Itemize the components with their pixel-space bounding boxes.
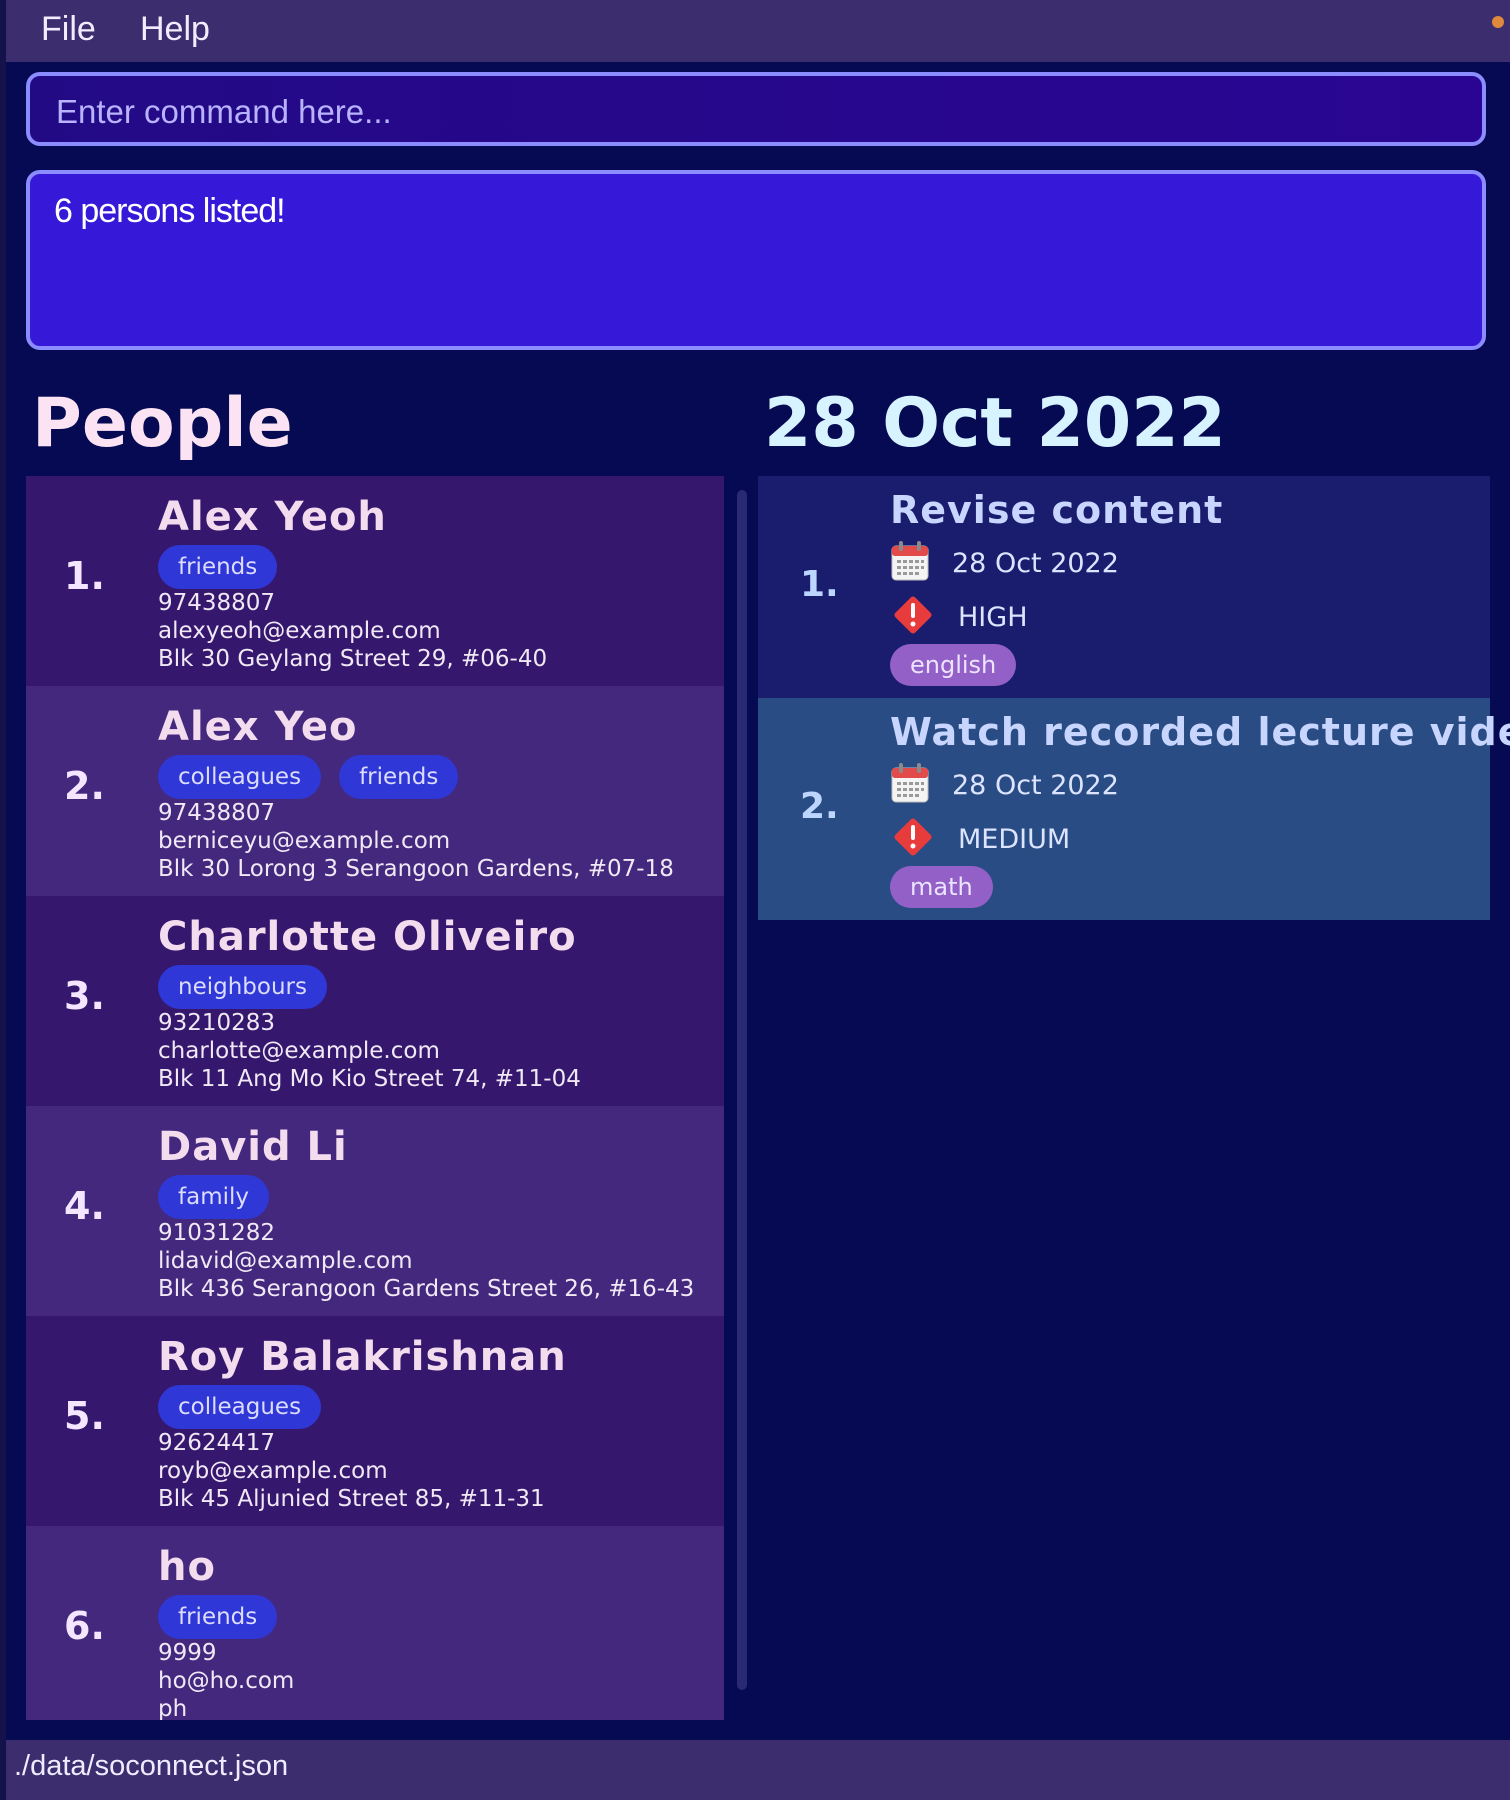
person-name: Roy Balakrishnan bbox=[158, 1334, 567, 1380]
tag-colleagues: colleagues bbox=[158, 755, 322, 799]
person-index: 4. bbox=[64, 1184, 105, 1228]
status-bar: ./data/soconnect.json bbox=[6, 1740, 1510, 1800]
person-phone: 93210283 bbox=[158, 1010, 276, 1036]
person-list-scrollbar[interactable] bbox=[737, 490, 747, 1690]
person-address: Blk 30 Geylang Street 29, #06-40 bbox=[158, 646, 548, 672]
data-file-path: ./data/soconnect.json bbox=[14, 1750, 289, 1782]
task-priority-row: HIGH bbox=[890, 592, 1028, 642]
person-card[interactable]: 6. ho friends 9999 ho@ho.com ph bbox=[26, 1526, 724, 1720]
person-name: Charlotte Oliveiro bbox=[158, 914, 577, 960]
person-phone: 9999 bbox=[158, 1640, 217, 1666]
menu-help[interactable]: Help bbox=[140, 10, 210, 49]
person-card[interactable]: 2. Alex Yeo colleagues friends 97438807 … bbox=[26, 686, 724, 896]
person-card[interactable]: 1. Alex Yeoh friends 97438807 alexyeoh@e… bbox=[26, 476, 724, 686]
person-phone: 97438807 bbox=[158, 590, 276, 616]
person-list[interactable]: 1. Alex Yeoh friends 97438807 alexyeoh@e… bbox=[26, 476, 724, 1720]
task-date-row: 28 Oct 2022 bbox=[890, 762, 1119, 808]
task-list[interactable]: 1. Revise content 28 Oct 2022 HIGH engli… bbox=[758, 476, 1510, 920]
person-index: 3. bbox=[64, 974, 105, 1018]
person-tags: colleagues friends bbox=[158, 755, 459, 799]
priority-warning-icon bbox=[890, 814, 936, 864]
window-edge bbox=[0, 0, 6, 1800]
person-index: 2. bbox=[64, 764, 105, 808]
task-date: 28 Oct 2022 bbox=[952, 769, 1119, 801]
person-tags: friends bbox=[158, 1595, 278, 1639]
person-tags: colleagues bbox=[158, 1385, 322, 1429]
task-date-row: 28 Oct 2022 bbox=[890, 540, 1119, 586]
person-tags: neighbours bbox=[158, 965, 327, 1009]
status-dot bbox=[1492, 16, 1504, 28]
command-input[interactable]: Enter command here... bbox=[26, 72, 1486, 146]
person-index: 5. bbox=[64, 1394, 105, 1438]
person-email: charlotte@example.com bbox=[158, 1038, 440, 1064]
task-card[interactable]: 1. Revise content 28 Oct 2022 HIGH engli… bbox=[758, 476, 1490, 698]
person-phone: 92624417 bbox=[158, 1430, 276, 1456]
tag-colleagues: colleagues bbox=[158, 1385, 322, 1429]
task-card[interactable]: 2. Watch recorded lecture videos 28 Oct … bbox=[758, 698, 1510, 920]
person-email: lidavid@example.com bbox=[158, 1248, 413, 1274]
person-phone: 97438807 bbox=[158, 800, 276, 826]
person-name: David Li bbox=[158, 1124, 348, 1170]
task-index: 2. bbox=[800, 786, 839, 827]
person-tags: family bbox=[158, 1175, 269, 1219]
tag-neighbours: neighbours bbox=[158, 965, 327, 1009]
person-address: Blk 30 Lorong 3 Serangoon Gardens, #07-1… bbox=[158, 856, 674, 882]
person-email: royb@example.com bbox=[158, 1458, 388, 1484]
task-date-heading: 28 Oct 2022 bbox=[764, 384, 1226, 463]
task-title: Revise content bbox=[890, 488, 1224, 532]
person-email: berniceyu@example.com bbox=[158, 828, 451, 854]
person-address: Blk 11 Ang Mo Kio Street 74, #11-04 bbox=[158, 1066, 581, 1092]
menu-file[interactable]: File bbox=[41, 10, 96, 49]
result-display: 6 persons listed! bbox=[26, 170, 1486, 350]
person-name: ho bbox=[158, 1544, 216, 1590]
person-address: Blk 45 Aljunied Street 85, #11-31 bbox=[158, 1486, 545, 1512]
person-address: ph bbox=[158, 1696, 188, 1720]
person-phone: 91031282 bbox=[158, 1220, 276, 1246]
person-index: 1. bbox=[64, 554, 105, 598]
person-card[interactable]: 3. Charlotte Oliveiro neighbours 9321028… bbox=[26, 896, 724, 1106]
person-email: alexyeoh@example.com bbox=[158, 618, 441, 644]
person-email: ho@ho.com bbox=[158, 1668, 295, 1694]
priority-warning-icon bbox=[890, 592, 936, 642]
person-address: Blk 436 Serangoon Gardens Street 26, #16… bbox=[158, 1276, 695, 1302]
task-priority: MEDIUM bbox=[958, 823, 1071, 855]
task-priority-row: MEDIUM bbox=[890, 814, 1070, 864]
person-name: Alex Yeoh bbox=[158, 494, 387, 540]
person-card[interactable]: 5. Roy Balakrishnan colleagues 92624417 … bbox=[26, 1316, 724, 1526]
tag-friends: friends bbox=[339, 755, 459, 799]
task-date: 28 Oct 2022 bbox=[952, 547, 1119, 579]
task-priority: HIGH bbox=[958, 601, 1028, 633]
calendar-icon bbox=[890, 762, 930, 808]
person-index: 6. bbox=[64, 1604, 105, 1648]
calendar-icon bbox=[890, 540, 930, 586]
people-heading: People bbox=[32, 384, 293, 463]
tag-family: family bbox=[158, 1175, 269, 1219]
tag-friends: friends bbox=[158, 1595, 278, 1639]
person-tags: friends bbox=[158, 545, 278, 589]
task-title: Watch recorded lecture videos bbox=[890, 710, 1510, 754]
person-name: Alex Yeo bbox=[158, 704, 358, 750]
task-index: 1. bbox=[800, 564, 839, 605]
tag-english: english bbox=[890, 644, 1017, 686]
tag-math: math bbox=[890, 866, 993, 908]
tag-friends: friends bbox=[158, 545, 278, 589]
menu-bar: File Help bbox=[6, 0, 1510, 62]
person-card[interactable]: 4. David Li family 91031282 lidavid@exam… bbox=[26, 1106, 724, 1316]
